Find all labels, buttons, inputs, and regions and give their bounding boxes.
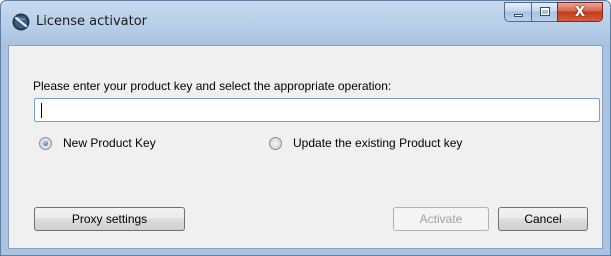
proxy-settings-button[interactable]: Proxy settings xyxy=(34,207,185,231)
close-button[interactable]: X xyxy=(557,2,603,22)
minimize-button[interactable] xyxy=(504,2,531,22)
update-product-key-radio[interactable]: Update the existing Product key xyxy=(269,136,462,150)
maximize-icon xyxy=(540,7,550,16)
minimize-icon xyxy=(514,14,523,17)
instruction-label: Please enter your product key and select… xyxy=(33,79,392,93)
maximize-button[interactable] xyxy=(531,2,557,22)
close-icon: X xyxy=(574,4,586,20)
app-logo-icon xyxy=(12,13,30,31)
radio-checked-icon[interactable] xyxy=(39,136,52,150)
radio-unchecked-icon[interactable] xyxy=(269,136,282,150)
title-bar[interactable]: License activator X xyxy=(1,1,610,45)
update-product-key-label: Update the existing Product key xyxy=(293,136,463,150)
new-product-key-label: New Product Key xyxy=(63,136,156,150)
product-key-input[interactable] xyxy=(34,98,600,122)
activate-button[interactable]: Activate xyxy=(393,207,489,231)
cancel-button[interactable]: Cancel xyxy=(498,207,588,231)
caption-buttons: X xyxy=(504,2,603,22)
window-title: License activator xyxy=(36,14,148,29)
text-cursor xyxy=(41,103,42,118)
new-product-key-radio[interactable]: New Product Key xyxy=(39,136,156,150)
